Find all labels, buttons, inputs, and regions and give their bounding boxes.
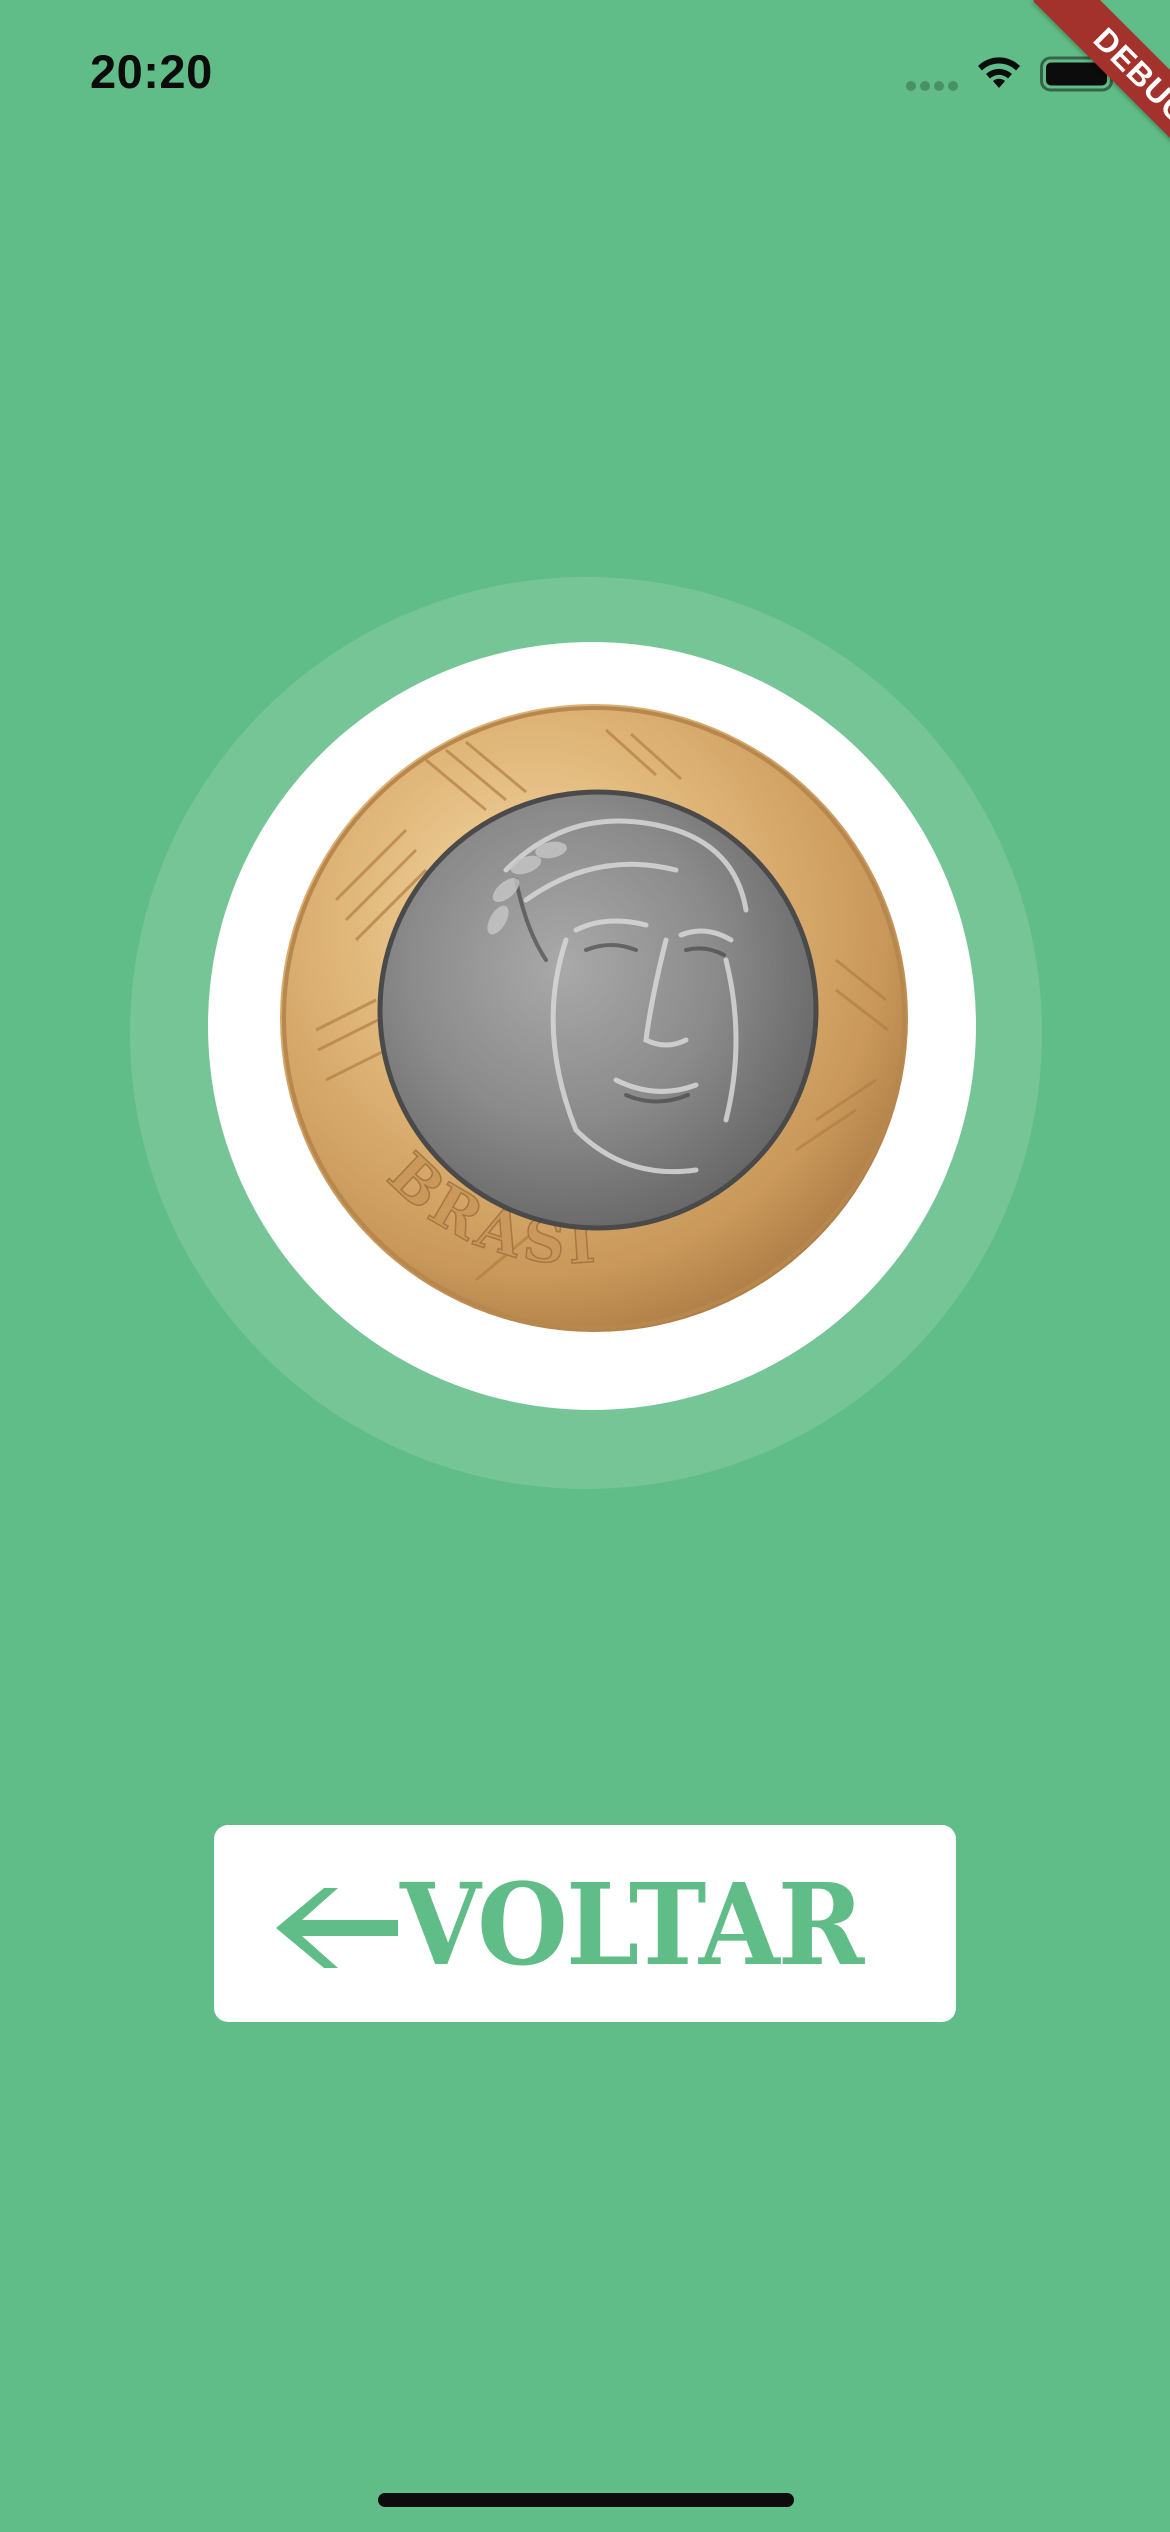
arrow-left-icon xyxy=(276,1887,399,1968)
debug-banner: DEBUG xyxy=(970,0,1170,200)
home-indicator[interactable] xyxy=(378,2493,794,2507)
cellular-signal-icon xyxy=(906,81,958,91)
back-button-label: VOLTAR xyxy=(400,1859,864,1991)
status-time: 20:20 xyxy=(90,45,213,98)
debug-banner-label: DEBUG xyxy=(1033,0,1170,185)
back-button[interactable]: VOLTAR xyxy=(214,1825,956,2022)
coin-image: BRASIL xyxy=(276,700,908,1332)
